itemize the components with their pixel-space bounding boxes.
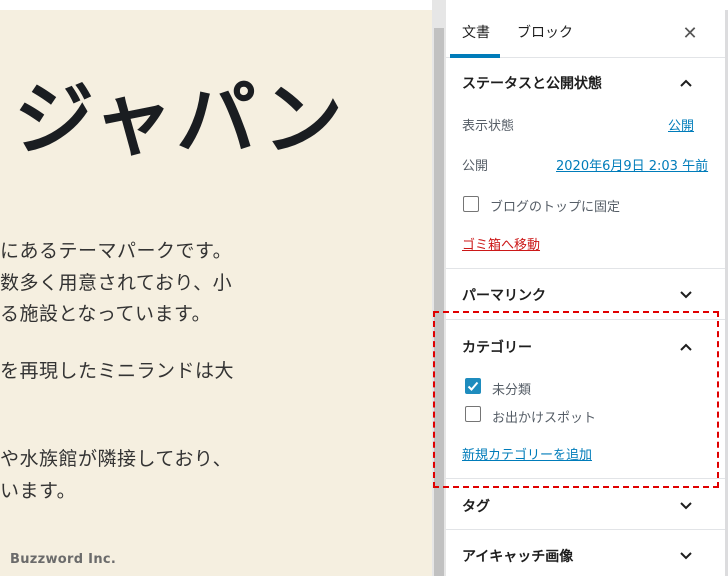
tab-block[interactable]: ブロック [517, 10, 573, 58]
paragraph-line[interactable]: にあるテーマパークです。 [0, 236, 232, 263]
tab-document[interactable]: 文書 [462, 10, 490, 58]
add-category-link[interactable]: 新規カテゴリーを追加 [462, 444, 592, 463]
visibility-label: 表示状態 [462, 119, 515, 134]
chevron-down-icon[interactable] [678, 548, 694, 564]
tag-panel-title[interactable]: タグ [462, 496, 490, 516]
chevron-up-icon[interactable] [678, 339, 694, 355]
sticky-checkbox[interactable] [463, 196, 479, 212]
paragraph-line[interactable]: 数多く用意されており、小 [0, 268, 232, 295]
close-icon: ✕ [682, 23, 698, 44]
watermark: Buzzword Inc. [10, 552, 117, 567]
sidebar-tabs: 文書 ブロック ✕ [446, 10, 725, 58]
paragraph-line[interactable]: や水族館が隣接しており、 [0, 444, 232, 471]
active-tab-indicator [450, 54, 500, 58]
panel-divider [446, 529, 725, 530]
category-label: お出かけスポット [492, 411, 597, 426]
paragraph-line[interactable]: います。 [0, 476, 76, 503]
panel-divider [446, 319, 725, 320]
chevron-down-icon[interactable] [678, 498, 694, 514]
chevron-up-icon[interactable] [678, 75, 694, 91]
status-panel-title[interactable]: ステータスと公開状態 [462, 73, 602, 93]
sticky-label: ブログのトップに固定 [490, 200, 621, 215]
category-checkbox-uncategorized[interactable] [465, 378, 481, 394]
post-title[interactable]: ジャパン [14, 80, 346, 160]
top-strip [0, 0, 432, 10]
category-checkbox-outing-spot[interactable] [465, 406, 481, 422]
editor-canvas[interactable]: ジャパン にあるテーマパークです。 数多く用意されており、小 る施設となっていま… [0, 10, 432, 576]
close-sidebar-button[interactable]: ✕ [678, 22, 702, 46]
permalink-panel-title[interactable]: パーマリンク [462, 285, 546, 305]
category-label: 未分類 [492, 383, 532, 398]
panel-divider [446, 478, 725, 479]
category-panel-title[interactable]: カテゴリー [462, 337, 532, 357]
scrollbar-thumb[interactable] [434, 28, 444, 576]
settings-sidebar: 文書 ブロック ✕ ステータスと公開状態 表示状態 公開 公開 2020年6月9… [446, 10, 728, 576]
publish-label: 公開 [462, 159, 489, 174]
paragraph-line[interactable]: を再現したミニランドは大 [0, 356, 234, 383]
publish-date-link[interactable]: 2020年6月9日 2:03 午前 [556, 155, 708, 174]
featured-image-panel-title[interactable]: アイキャッチ画像 [462, 546, 573, 566]
chevron-down-icon[interactable] [678, 287, 694, 303]
checkmark-icon [467, 381, 479, 391]
paragraph-line[interactable]: る施設となっています。 [0, 299, 211, 326]
visibility-link[interactable]: 公開 [668, 115, 694, 134]
move-to-trash-link[interactable]: ゴミ箱へ移動 [462, 234, 540, 253]
panel-divider [446, 268, 725, 269]
